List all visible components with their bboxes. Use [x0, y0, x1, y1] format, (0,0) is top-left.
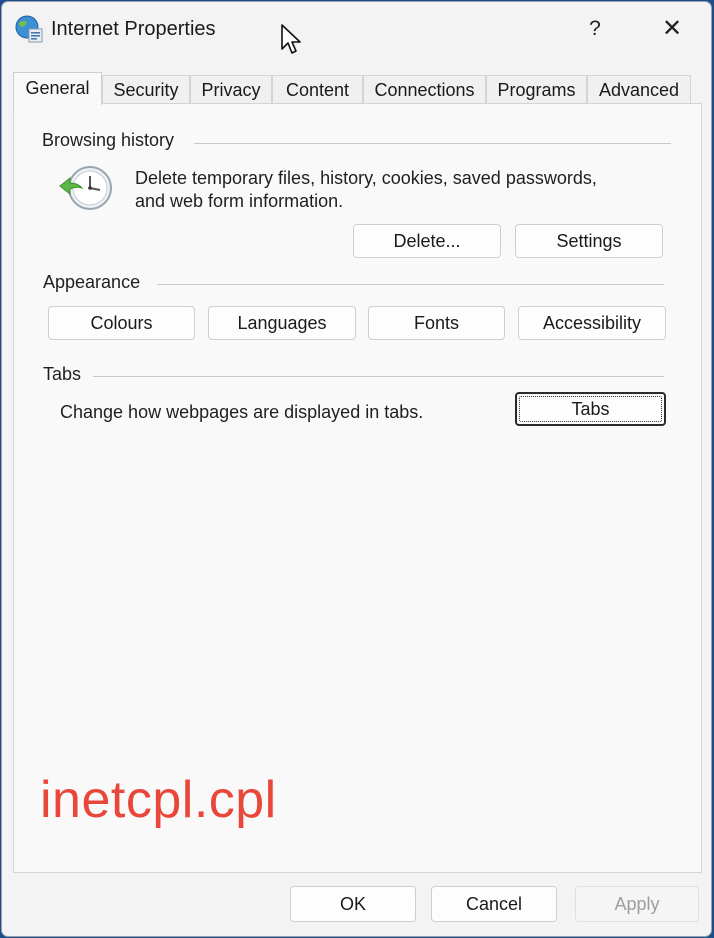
- tab-general[interactable]: General: [13, 72, 102, 105]
- browsing-history-description-line2: and web form information.: [135, 191, 344, 211]
- internet-globe-icon: [14, 14, 44, 44]
- help-button[interactable]: ?: [576, 12, 614, 46]
- browsing-history-divider: [194, 143, 671, 144]
- browsing-history-label: Browsing history: [42, 130, 183, 151]
- languages-button[interactable]: Languages: [208, 306, 356, 340]
- general-tab-panel: Browsing history Delete temporary files,…: [13, 103, 702, 873]
- window-title: Internet Properties: [51, 18, 216, 40]
- title-bar: Internet Properties ? ✕: [2, 2, 711, 58]
- fonts-button[interactable]: Fonts: [368, 306, 505, 340]
- tab-strip: General Security Privacy Content Connect…: [13, 72, 701, 105]
- tab-privacy[interactable]: Privacy: [190, 75, 272, 104]
- tabs-description: Change how webpages are displayed in tab…: [60, 402, 424, 422]
- accessibility-button[interactable]: Accessibility: [518, 306, 666, 340]
- tab-connections[interactable]: Connections: [363, 75, 486, 104]
- tabs-section-label: Tabs: [43, 364, 90, 385]
- appearance-label: Appearance: [43, 272, 149, 293]
- history-clock-icon: [56, 164, 114, 214]
- mouse-cursor-icon: [280, 23, 302, 55]
- tabs-button[interactable]: Tabs: [515, 392, 666, 426]
- ok-button[interactable]: OK: [290, 886, 416, 922]
- settings-button[interactable]: Settings: [515, 224, 663, 258]
- delete-button[interactable]: Delete...: [353, 224, 501, 258]
- colours-button[interactable]: Colours: [48, 306, 195, 340]
- apply-button[interactable]: Apply: [575, 886, 699, 922]
- inetcpl-caption: inetcpl.cpl: [40, 771, 277, 829]
- browsing-history-description-line1: Delete temporary files, history, cookies…: [135, 168, 597, 188]
- cancel-button[interactable]: Cancel: [431, 886, 557, 922]
- appearance-divider: [157, 284, 664, 285]
- tab-content[interactable]: Content: [272, 75, 363, 104]
- tabs-divider: [93, 376, 664, 377]
- close-button[interactable]: ✕: [652, 12, 692, 46]
- tab-advanced[interactable]: Advanced: [587, 75, 691, 104]
- internet-properties-window: Internet Properties ? ✕ General Security…: [2, 2, 711, 936]
- tab-programs[interactable]: Programs: [486, 75, 587, 104]
- tab-security[interactable]: Security: [102, 75, 190, 104]
